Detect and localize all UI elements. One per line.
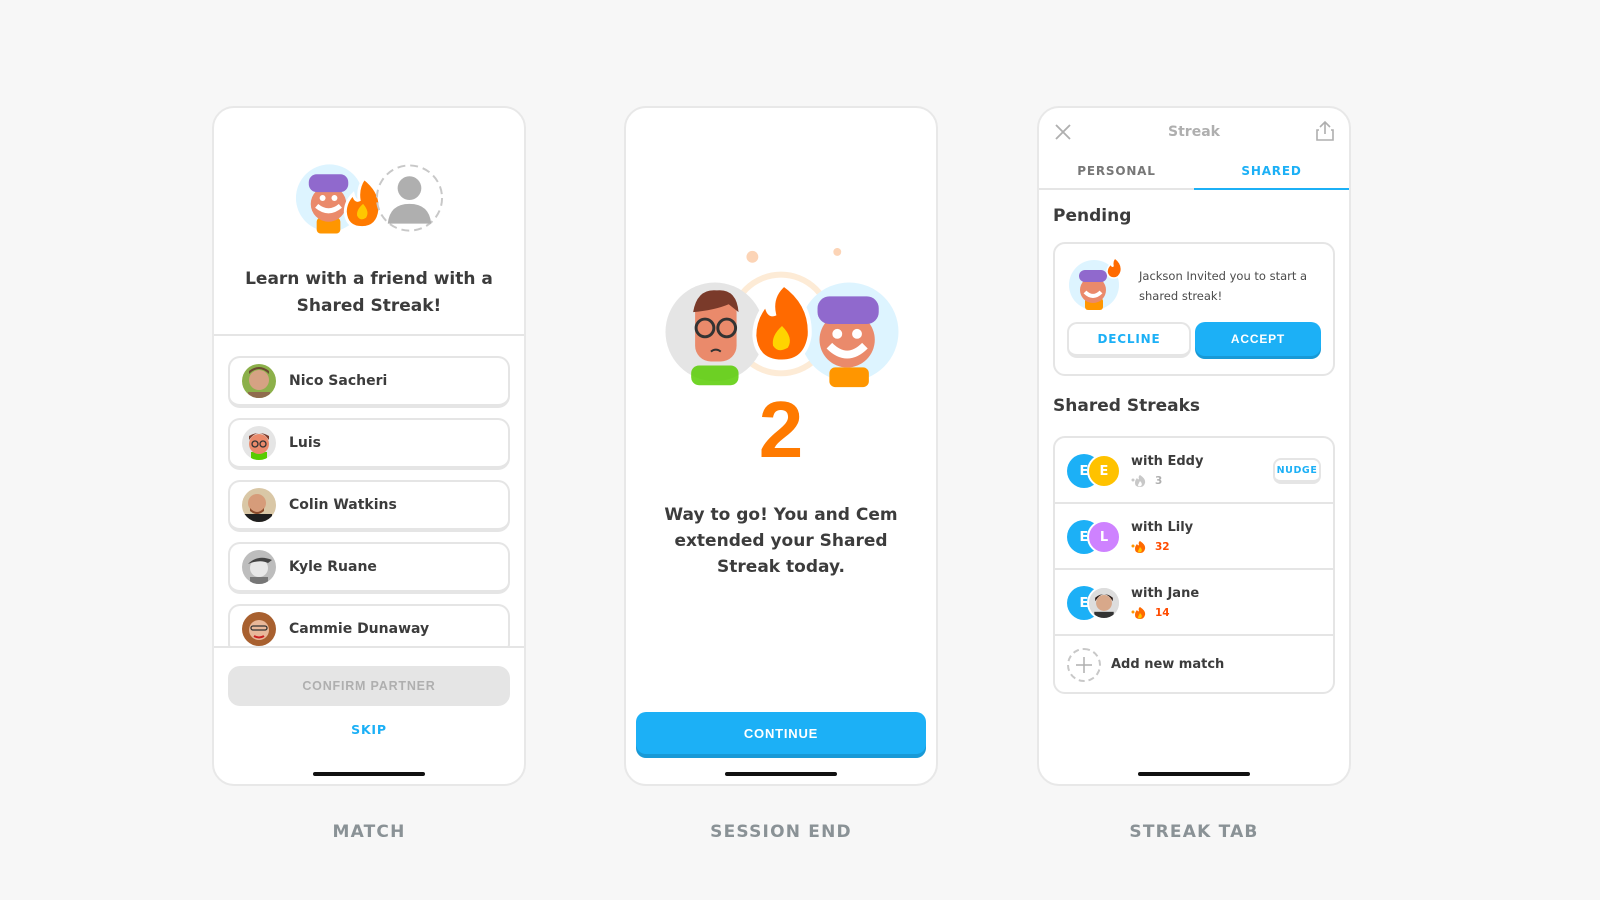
avatar-pair: E E [1067,454,1123,488]
friend-list[interactable]: Nico Sacheri Luis Colin Watkins Kyle Rua… [228,356,510,646]
caption-session-end: SESSION END [710,822,852,842]
avatar-pair: E L [1067,520,1123,554]
avatar [242,488,276,522]
home-indicator [1138,772,1250,776]
accept-button[interactable]: ACCEPT [1195,322,1321,356]
streak-count: 2 [758,385,804,474]
duo-character-avatar [799,282,899,388]
caption-streak-tab: STREAK TAB [1129,822,1259,842]
divider [214,646,524,648]
streak-partner-name: with Eddy [1131,454,1204,469]
avatar: L [1087,520,1121,554]
home-indicator [313,772,425,776]
screen-title: Streak [1168,124,1220,140]
flame-icon [1131,607,1146,619]
decline-button[interactable]: DECLINE [1067,322,1191,358]
confirm-partner-button[interactable]: CONFIRM PARTNER [228,666,510,706]
confetti-dot [833,248,842,256]
streak-count: 32 [1131,540,1170,554]
pending-invite-card: Jackson Invited you to start a shared st… [1053,242,1335,376]
match-title: Learn with a friend with a Shared Streak… [245,269,493,316]
tab-shared[interactable]: SHARED [1194,158,1349,190]
shared-streaks-list: E E with Eddy 3 NUDGE E L with Lily 32 E [1053,436,1335,694]
shared-streak-hero-illustration [295,164,444,234]
friend-item[interactable]: Colin Watkins [228,480,510,532]
empty-partner-placeholder [375,164,444,232]
streak-count-value: 14 [1155,607,1170,619]
friend-item[interactable]: Luis [228,418,510,470]
add-new-match-label: Add new match [1111,657,1225,672]
home-indicator [725,772,837,776]
skip-button[interactable]: SKIP [214,722,524,737]
continue-button[interactable]: CONTINUE [636,712,926,754]
streak-row[interactable]: E E with Eddy 3 NUDGE [1055,438,1333,504]
avatar-pair: E [1067,586,1123,620]
share-icon[interactable] [1315,120,1335,142]
avatar [1087,586,1121,620]
shared-streaks-heading: Shared Streaks [1053,396,1200,416]
friend-item[interactable]: Nico Sacheri [228,356,510,408]
nudge-button[interactable]: NUDGE [1273,458,1321,484]
avatar: E [1087,454,1121,488]
tab-bar: PERSONAL SHARED [1039,158,1349,190]
session-end-message: Way to go! You and Cem extended your Sha… [664,505,898,577]
caption-match: MATCH [332,822,406,842]
flame-icon [1106,257,1121,279]
streak-partner-name: with Lily [1131,520,1194,535]
streak-row[interactable]: E with Jane 14 [1055,570,1333,636]
friend-name: Kyle Ruane [289,559,377,575]
friend-name: Luis [289,435,322,451]
streak-count: 3 [1131,474,1162,488]
session-end-illustration [665,248,899,388]
match-screen: Learn with a friend with a Shared Streak… [212,106,526,786]
friend-name: Colin Watkins [289,497,397,513]
confetti-dot [746,250,759,263]
pending-heading: Pending [1053,206,1132,226]
inviter-avatar [1069,257,1121,310]
top-bar: Streak [1039,108,1349,156]
streak-tab-screen: Streak PERSONAL SHARED Pending Jackson I… [1037,106,1351,786]
invite-message: Jackson Invited you to start a shared st… [1139,269,1308,303]
streak-partner-name: with Jane [1131,586,1200,601]
streak-count: 14 [1131,606,1170,620]
avatar [242,612,276,646]
avatar [242,426,276,460]
friend-item[interactable]: Kyle Ruane [228,542,510,594]
flame-icon [752,281,812,364]
avatar [242,550,276,584]
divider [214,334,524,336]
add-icon [1067,648,1101,682]
tab-personal[interactable]: PERSONAL [1039,158,1194,188]
add-new-match-row[interactable]: Add new match [1055,636,1333,692]
flame-icon [1131,541,1146,553]
session-end-screen: 2 Way to go! You and Cem extended your S… [624,106,938,786]
friend-character-avatar [665,282,765,386]
avatar [242,364,276,398]
flame-icon [1131,475,1146,487]
streak-count-value: 32 [1155,541,1170,553]
friend-name: Cammie Dunaway [289,621,430,637]
streak-row[interactable]: E L with Lily 32 [1055,504,1333,570]
streak-count-value: 3 [1155,475,1163,487]
friend-item[interactable]: Cammie Dunaway [228,604,510,646]
friend-name: Nico Sacheri [289,373,388,389]
